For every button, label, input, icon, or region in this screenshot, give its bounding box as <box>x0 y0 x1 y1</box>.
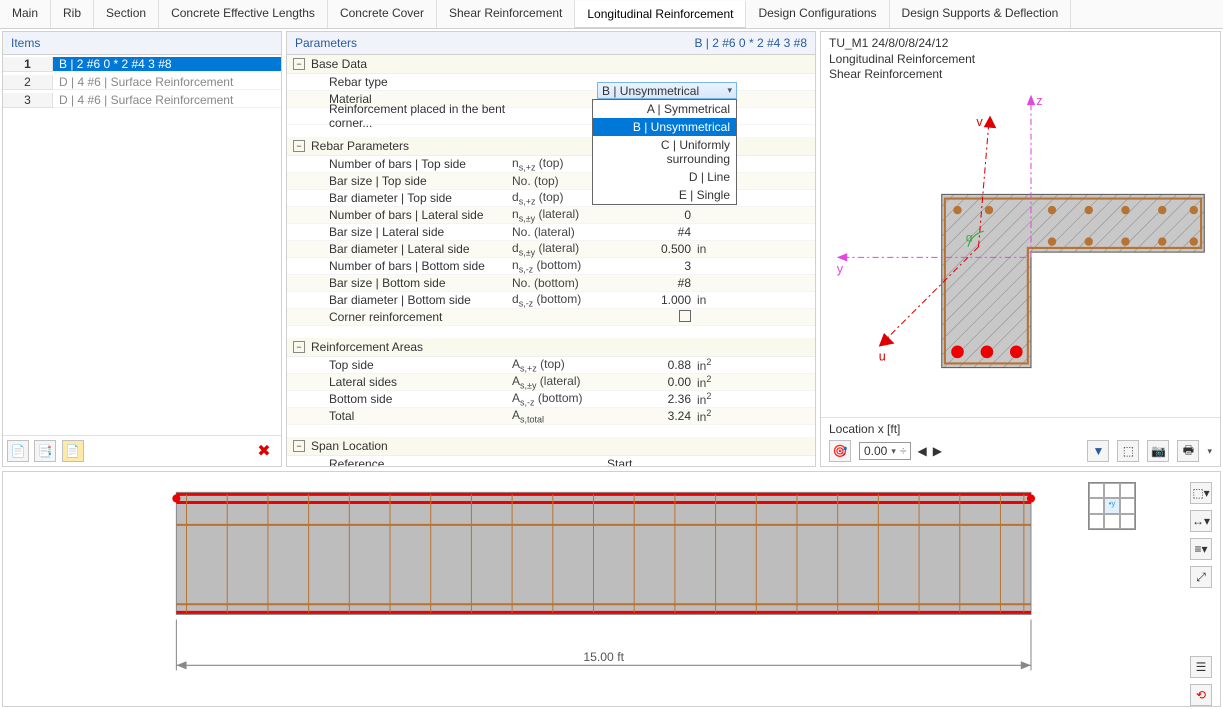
parameters-panel: Parameters B | 2 #6 0 * 2 #4 3 #8 −Base … <box>286 31 816 467</box>
items-header: Items <box>3 32 281 55</box>
view-3d-icon[interactable]: ⬚▾ <box>1190 482 1212 504</box>
collapse-icon[interactable]: − <box>293 140 305 152</box>
param-size-bottom[interactable]: Bar size | Bottom sideNo. (bottom)#8 <box>287 275 815 292</box>
beam-length-label: 15.00 ft <box>583 650 624 664</box>
section-canvas[interactable]: z y u v α <box>821 87 1220 417</box>
item-row-2[interactable]: 2 D | 4 #6 | Surface Reinforcement <box>3 73 281 91</box>
tab-rib[interactable]: Rib <box>51 0 94 28</box>
view-cube[interactable]: •y <box>1088 482 1136 530</box>
snapshot-icon[interactable]: 📷 <box>1147 440 1169 462</box>
param-area-total: TotalAs,total3.24in2 <box>287 408 815 425</box>
chevron-down-icon: ▾ <box>727 85 732 96</box>
filter-icon[interactable]: ▼ <box>1087 440 1109 462</box>
beam-view-panel: 15.00 ft •y ⬚▾ ↔▾ ≡▾ ⤢ ☰ ⟲ <box>2 471 1221 707</box>
dropdown-opt-a[interactable]: A | Symmetrical <box>593 100 736 118</box>
chevron-down-icon[interactable]: ▾ <box>1207 446 1212 457</box>
item-row-3[interactable]: 3 D | 4 #6 | Surface Reinforcement <box>3 91 281 109</box>
param-dia-lateral[interactable]: Bar diameter | Lateral sideds,±y (latera… <box>287 241 815 258</box>
group-reinforcement-areas[interactable]: −Reinforcement Areas <box>287 338 815 357</box>
viewer-footer: Location x [ft] 🎯 0.00▾ ÷ ◀ ▶ ▼ ⬚ 📷 🖶 ▾ <box>821 417 1220 466</box>
tab-main[interactable]: Main <box>0 0 51 28</box>
rebar-type-dropdown[interactable]: B | Unsymmetrical▾ <box>597 82 737 99</box>
param-area-lateral: Lateral sidesAs,±y (lateral)0.00in2 <box>287 374 815 391</box>
chevron-down-icon: ▾ <box>891 446 896 457</box>
dropdown-opt-b[interactable]: B | Unsymmetrical <box>593 118 736 136</box>
items-list: 1 B | 2 #6 0 * 2 #4 3 #8 2 D | 4 #6 | Su… <box>3 55 281 435</box>
param-dia-bottom[interactable]: Bar diameter | Bottom sideds,-z (bottom)… <box>287 292 815 309</box>
settings-icon[interactable]: ☰ <box>1190 656 1212 678</box>
parameters-body: −Base Data Rebar type B | Unsymmetrical▾… <box>287 55 815 466</box>
item-row-1[interactable]: 1 B | 2 #6 0 * 2 #4 3 #8 <box>3 55 281 73</box>
param-rebar-type[interactable]: Rebar type B | Unsymmetrical▾ A | Symmet… <box>287 74 815 91</box>
copy-item-icon[interactable]: 📑 <box>34 440 56 462</box>
dropdown-opt-e[interactable]: E | Single <box>593 186 736 204</box>
new-item-icon[interactable]: 📄 <box>7 440 29 462</box>
param-corner-reinforcement[interactable]: Corner reinforcement <box>287 309 815 326</box>
items-panel: Items 1 B | 2 #6 0 * 2 #4 3 #8 2 D | 4 #… <box>2 31 282 467</box>
param-size-lateral[interactable]: Bar size | Lateral sideNo. (lateral)#4 <box>287 224 815 241</box>
collapse-icon[interactable]: − <box>293 58 305 70</box>
u-axis-label: u <box>879 349 886 363</box>
y-axis-label: y <box>837 262 844 276</box>
beam-canvas[interactable]: 15.00 ft •y <box>3 472 1184 706</box>
axis-view-icon[interactable]: ↔▾ <box>1190 510 1212 532</box>
print-icon[interactable]: 🖶 <box>1177 440 1199 462</box>
collapse-icon[interactable]: − <box>293 341 305 353</box>
param-bars-lateral[interactable]: Number of bars | Lateral sidens,±y (late… <box>287 207 815 224</box>
tab-concrete-effective-lengths[interactable]: Concrete Effective Lengths <box>159 0 328 28</box>
tab-concrete-cover[interactable]: Concrete Cover <box>328 0 437 28</box>
tab-shear-reinforcement[interactable]: Shear Reinforcement <box>437 0 575 28</box>
section-viewer-panel: TU_M1 24/8/0/8/24/12 Longitudinal Reinfo… <box>820 31 1221 467</box>
step-back-icon[interactable]: ◀ <box>917 444 926 458</box>
tab-bar: Main Rib Section Concrete Effective Leng… <box>0 0 1223 29</box>
corner-reinforcement-checkbox[interactable] <box>679 310 691 322</box>
param-bars-bottom[interactable]: Number of bars | Bottom sidens,-z (botto… <box>287 258 815 275</box>
beam-toolbar: ⬚▾ ↔▾ ≡▾ ⤢ ☰ ⟲ <box>1184 472 1220 706</box>
items-footer: 📄 📑 📄 ✖ <box>3 435 281 466</box>
rebar-type-dropdown-list: A | Symmetrical B | Unsymmetrical C | Un… <box>592 99 737 205</box>
param-reference[interactable]: ReferenceStart <box>287 456 815 466</box>
layers-icon[interactable]: ≡▾ <box>1190 538 1212 560</box>
param-area-bottom: Bottom sideAs,-z (bottom)2.36in2 <box>287 391 815 408</box>
param-area-top: Top sideAs,+z (top)0.88in2 <box>287 357 815 374</box>
tab-longitudinal-reinforcement[interactable]: Longitudinal Reinforcement <box>575 1 746 29</box>
parameters-header: Parameters B | 2 #6 0 * 2 #4 3 #8 <box>287 32 815 55</box>
location-label: Location x [ft] <box>829 422 1212 436</box>
tab-section[interactable]: Section <box>94 0 159 28</box>
viewer-header: TU_M1 24/8/0/8/24/12 Longitudinal Reinfo… <box>821 32 1220 87</box>
location-pick-icon[interactable]: 🎯 <box>829 440 851 462</box>
reset-view-icon[interactable]: ⟲ <box>1190 684 1212 706</box>
location-spinner[interactable]: 0.00▾ ÷ <box>859 442 911 460</box>
group-base-data[interactable]: −Base Data <box>287 55 815 74</box>
tab-design-supports-deflection[interactable]: Design Supports & Deflection <box>890 0 1072 28</box>
v-axis-label: v <box>976 115 983 129</box>
group-span-location[interactable]: −Span Location <box>287 437 815 456</box>
svg-text:α: α <box>966 232 973 244</box>
tab-design-configurations[interactable]: Design Configurations <box>746 0 889 28</box>
delete-item-icon[interactable]: ✖ <box>253 440 275 462</box>
extent-icon[interactable]: ⤢ <box>1190 566 1212 588</box>
step-forward-icon[interactable]: ▶ <box>933 444 942 458</box>
dropdown-opt-c[interactable]: C | Uniformly surrounding <box>593 136 736 168</box>
highlight-item-icon[interactable]: 📄 <box>62 440 84 462</box>
collapse-icon[interactable]: − <box>293 440 305 452</box>
view-mode-icon[interactable]: ⬚ <box>1117 440 1139 462</box>
z-axis-label: z <box>1036 94 1042 108</box>
dropdown-opt-d[interactable]: D | Line <box>593 168 736 186</box>
